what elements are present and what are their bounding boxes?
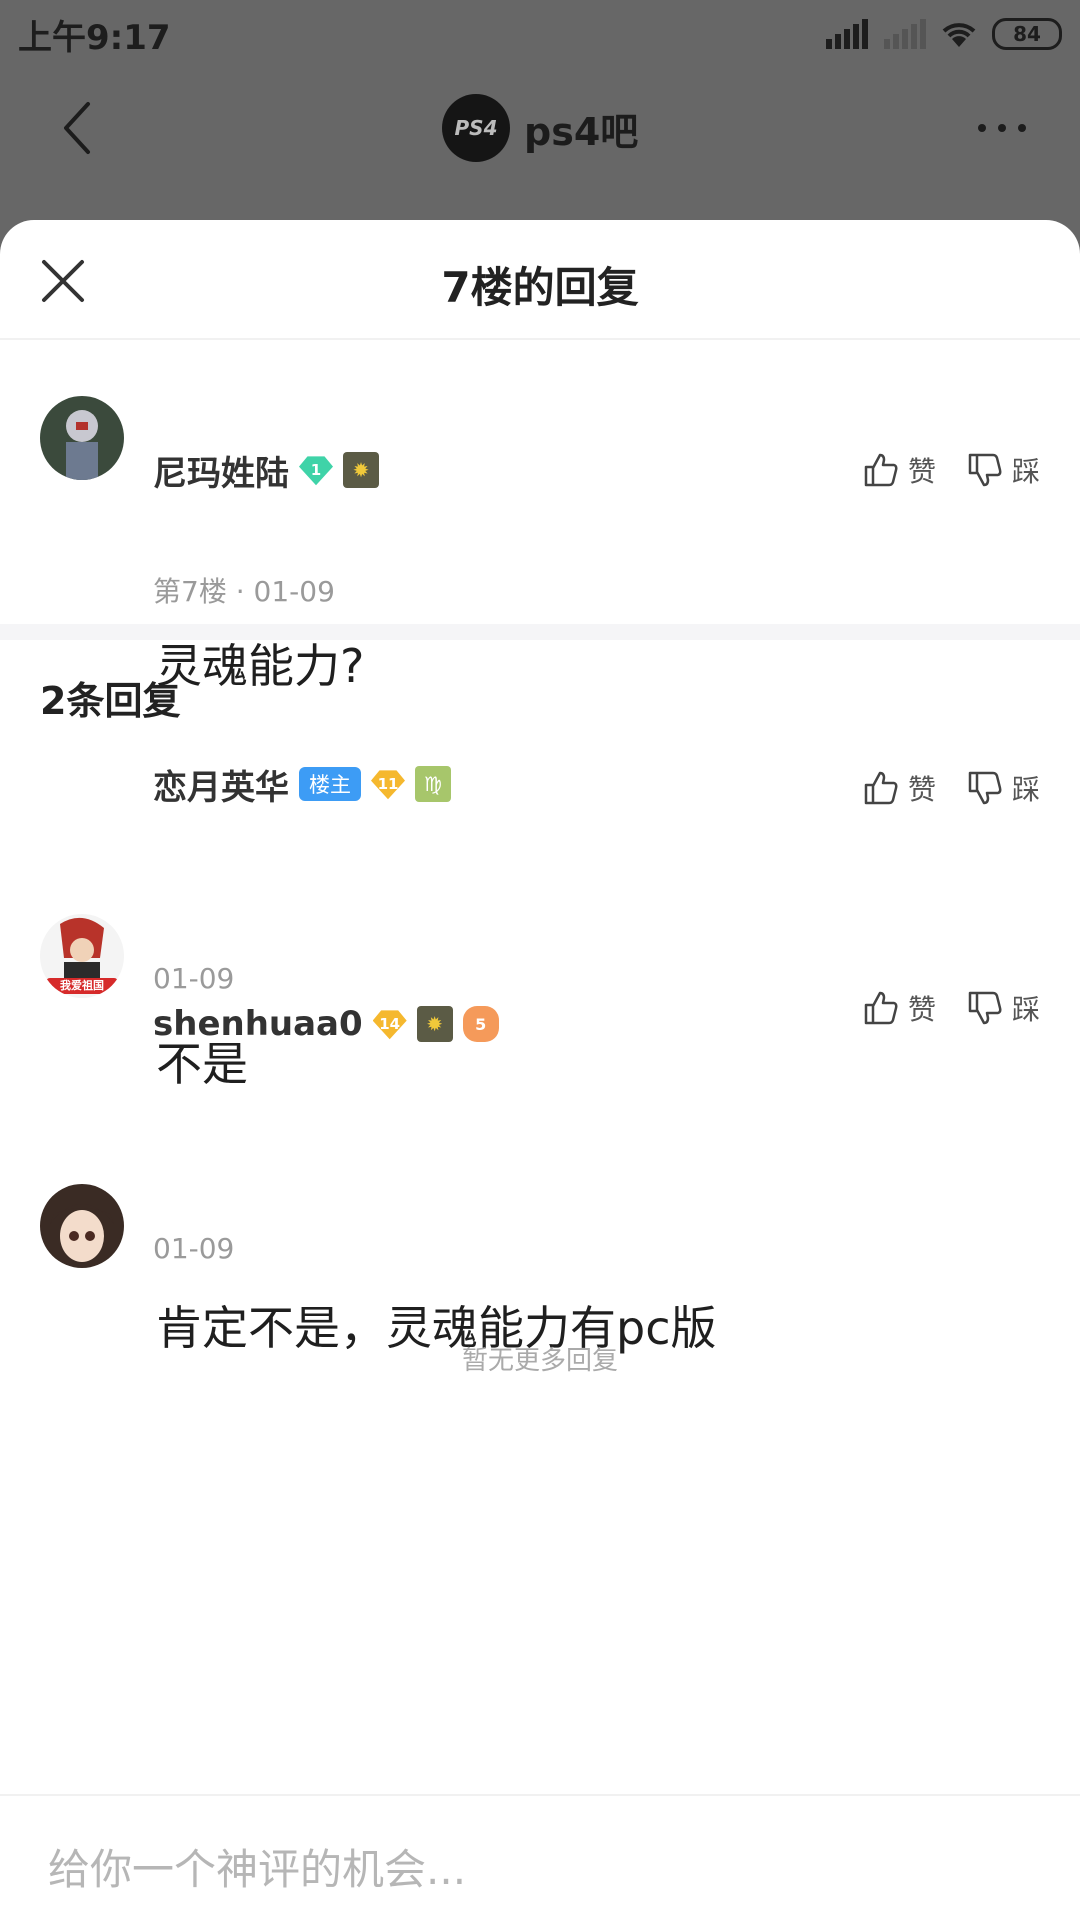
thumbs-up-icon (864, 453, 898, 487)
medal-icon: ✹ (416, 1006, 453, 1042)
reply-count: 2条回复 (40, 679, 181, 723)
comment-actions: 赞 踩 (862, 988, 1040, 1028)
top-nav: PS4 ps4吧 (0, 66, 1080, 220)
battery-indicator: 84 (992, 18, 1062, 50)
dislike-button[interactable]: 踩 (966, 768, 1040, 808)
comment-actions: 赞 踩 (862, 450, 1040, 490)
more-options-icon[interactable] (970, 116, 1034, 140)
wifi-icon (942, 23, 976, 47)
reply-sheet: 7楼的回复 尼玛姓陆 1 ✹ 第7楼 · 01-09 灵魂能力? 赞 踩 2条回… (0, 220, 1080, 1920)
like-button[interactable]: 赞 (862, 450, 936, 490)
signal-icon (826, 19, 868, 49)
owner-tag: 楼主 (299, 767, 361, 801)
forum-name: ps4吧 (524, 109, 639, 154)
signal-weak-icon (884, 19, 926, 49)
avatar[interactable]: 我爱祖国 (40, 914, 124, 998)
username-row: shenhuaa0 14 ✹ 5 (153, 1002, 499, 1046)
thumbs-down-icon (968, 991, 1002, 1025)
comment-meta: 01-09 (153, 1232, 235, 1265)
level-badge: 1 (299, 456, 333, 486)
thumbs-down-icon (968, 771, 1002, 805)
like-label: 赞 (907, 993, 936, 1026)
comment-input-bar[interactable]: 给你一个神评的机会... (0, 1794, 1080, 1920)
zodiac-badge: ♍ (415, 766, 451, 802)
gamepad-badge: 5 (462, 1006, 499, 1042)
dislike-label: 踩 (1011, 773, 1040, 806)
username[interactable]: 恋月英华 (153, 760, 289, 809)
like-label: 赞 (907, 773, 936, 806)
username-row: 恋月英华 楼主 11 ♍ (153, 760, 451, 809)
comment-input[interactable]: 给你一个神评的机会... (48, 1836, 466, 1897)
section-divider (0, 624, 1080, 640)
status-icons: 84 (824, 14, 1062, 54)
avatar[interactable] (40, 396, 124, 480)
forum-header[interactable]: PS4 ps4吧 (442, 92, 638, 164)
sheet-title: 7楼的回复 (441, 263, 639, 312)
sheet-header: 7楼的回复 (0, 220, 1080, 340)
dislike-label: 踩 (1011, 455, 1040, 488)
thumbs-up-icon (864, 771, 898, 805)
medal-icon: ✹ (343, 452, 379, 488)
dislike-button[interactable]: 踩 (966, 450, 1040, 490)
dislike-button[interactable]: 踩 (966, 988, 1040, 1028)
level-badge: 11 (371, 770, 405, 800)
thumbs-up-icon (864, 991, 898, 1025)
username[interactable]: 尼玛姓陆 (153, 446, 289, 495)
comment-meta: 01-09 (153, 962, 235, 995)
username-row: 尼玛姓陆 1 ✹ (153, 446, 379, 495)
forum-logo: PS4 (442, 94, 510, 162)
dislike-label: 踩 (1011, 993, 1040, 1026)
level-badge: 14 (372, 1010, 407, 1040)
status-time: 上午9:17 (18, 18, 171, 58)
status-bar: 上午9:17 84 (0, 0, 1080, 66)
comment-actions: 赞 踩 (862, 768, 1040, 808)
username[interactable]: shenhuaa0 (153, 1004, 363, 1044)
no-more-replies: 暂无更多回复 (461, 1346, 618, 1376)
like-label: 赞 (907, 455, 936, 488)
like-button[interactable]: 赞 (862, 768, 936, 808)
avatar[interactable] (40, 1184, 124, 1268)
avatar-caption: 我爱祖国 (60, 979, 104, 992)
comment-meta: 第7楼 · 01-09 (153, 575, 335, 608)
back-arrow-icon[interactable] (48, 96, 112, 160)
thumbs-down-icon (968, 453, 1002, 487)
like-button[interactable]: 赞 (862, 988, 936, 1028)
